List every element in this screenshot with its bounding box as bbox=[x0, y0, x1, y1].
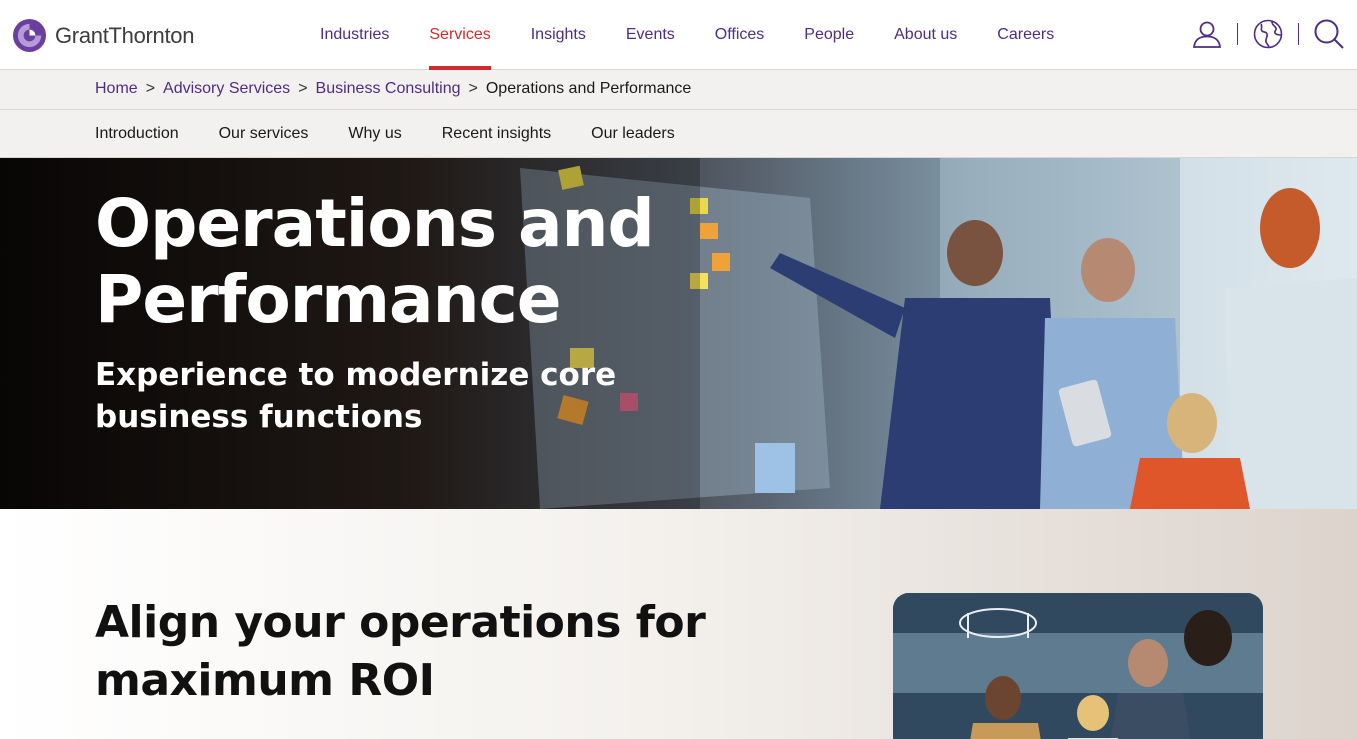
breadcrumb-advisory-services[interactable]: Advisory Services bbox=[163, 80, 290, 98]
page-subnav: Introduction Our services Why us Recent … bbox=[0, 110, 1357, 158]
hero-banner: Operations and Performance Experience to… bbox=[0, 158, 1357, 509]
section-image bbox=[893, 593, 1263, 739]
logo-mark-icon bbox=[12, 18, 47, 53]
nav-people[interactable]: People bbox=[784, 0, 874, 70]
nav-events[interactable]: Events bbox=[606, 0, 695, 70]
site-header: GrantThornton Industries Services Insigh… bbox=[0, 0, 1357, 70]
main-nav: Industries Services Insights Events Offi… bbox=[300, 0, 1074, 70]
breadcrumb-business-consulting[interactable]: Business Consulting bbox=[316, 80, 461, 98]
nav-offices[interactable]: Offices bbox=[695, 0, 785, 70]
office-photo bbox=[893, 593, 1263, 739]
utility-nav bbox=[1189, 16, 1347, 52]
nav-industries[interactable]: Industries bbox=[300, 0, 409, 70]
intro-section: Align your operations for maximum ROI bbox=[0, 509, 1357, 739]
breadcrumb-separator: > bbox=[468, 80, 478, 97]
subnav-our-leaders[interactable]: Our leaders bbox=[591, 125, 675, 143]
section-heading: Align your operations for maximum ROI bbox=[95, 597, 706, 706]
page-subtitle: Experience to modernize core business fu… bbox=[95, 357, 617, 435]
nav-careers[interactable]: Careers bbox=[977, 0, 1074, 70]
breadcrumb: Home > Advisory Services > Business Cons… bbox=[95, 80, 691, 98]
subnav-recent-insights[interactable]: Recent insights bbox=[442, 125, 551, 143]
nav-services[interactable]: Services bbox=[409, 0, 510, 70]
search-icon[interactable] bbox=[1311, 16, 1347, 52]
subnav-our-services[interactable]: Our services bbox=[219, 125, 309, 143]
subnav-why-us[interactable]: Why us bbox=[348, 125, 401, 143]
util-divider bbox=[1298, 23, 1299, 45]
breadcrumb-home[interactable]: Home bbox=[95, 80, 138, 98]
logo-text: GrantThornton bbox=[55, 22, 195, 48]
subnav-introduction[interactable]: Introduction bbox=[95, 125, 179, 143]
breadcrumb-bar: Home > Advisory Services > Business Cons… bbox=[0, 70, 1357, 110]
globe-icon[interactable] bbox=[1250, 16, 1286, 52]
nav-about-us[interactable]: About us bbox=[874, 0, 977, 70]
util-divider bbox=[1237, 23, 1238, 45]
breadcrumb-separator: > bbox=[145, 80, 156, 97]
user-icon[interactable] bbox=[1189, 16, 1225, 52]
grant-thornton-logo[interactable]: GrantThornton bbox=[12, 18, 194, 53]
breadcrumb-current: Operations and Performance bbox=[485, 80, 692, 97]
page-title: Operations and Performance bbox=[95, 185, 655, 338]
nav-insights[interactable]: Insights bbox=[511, 0, 606, 70]
breadcrumb-separator: > bbox=[298, 80, 308, 97]
